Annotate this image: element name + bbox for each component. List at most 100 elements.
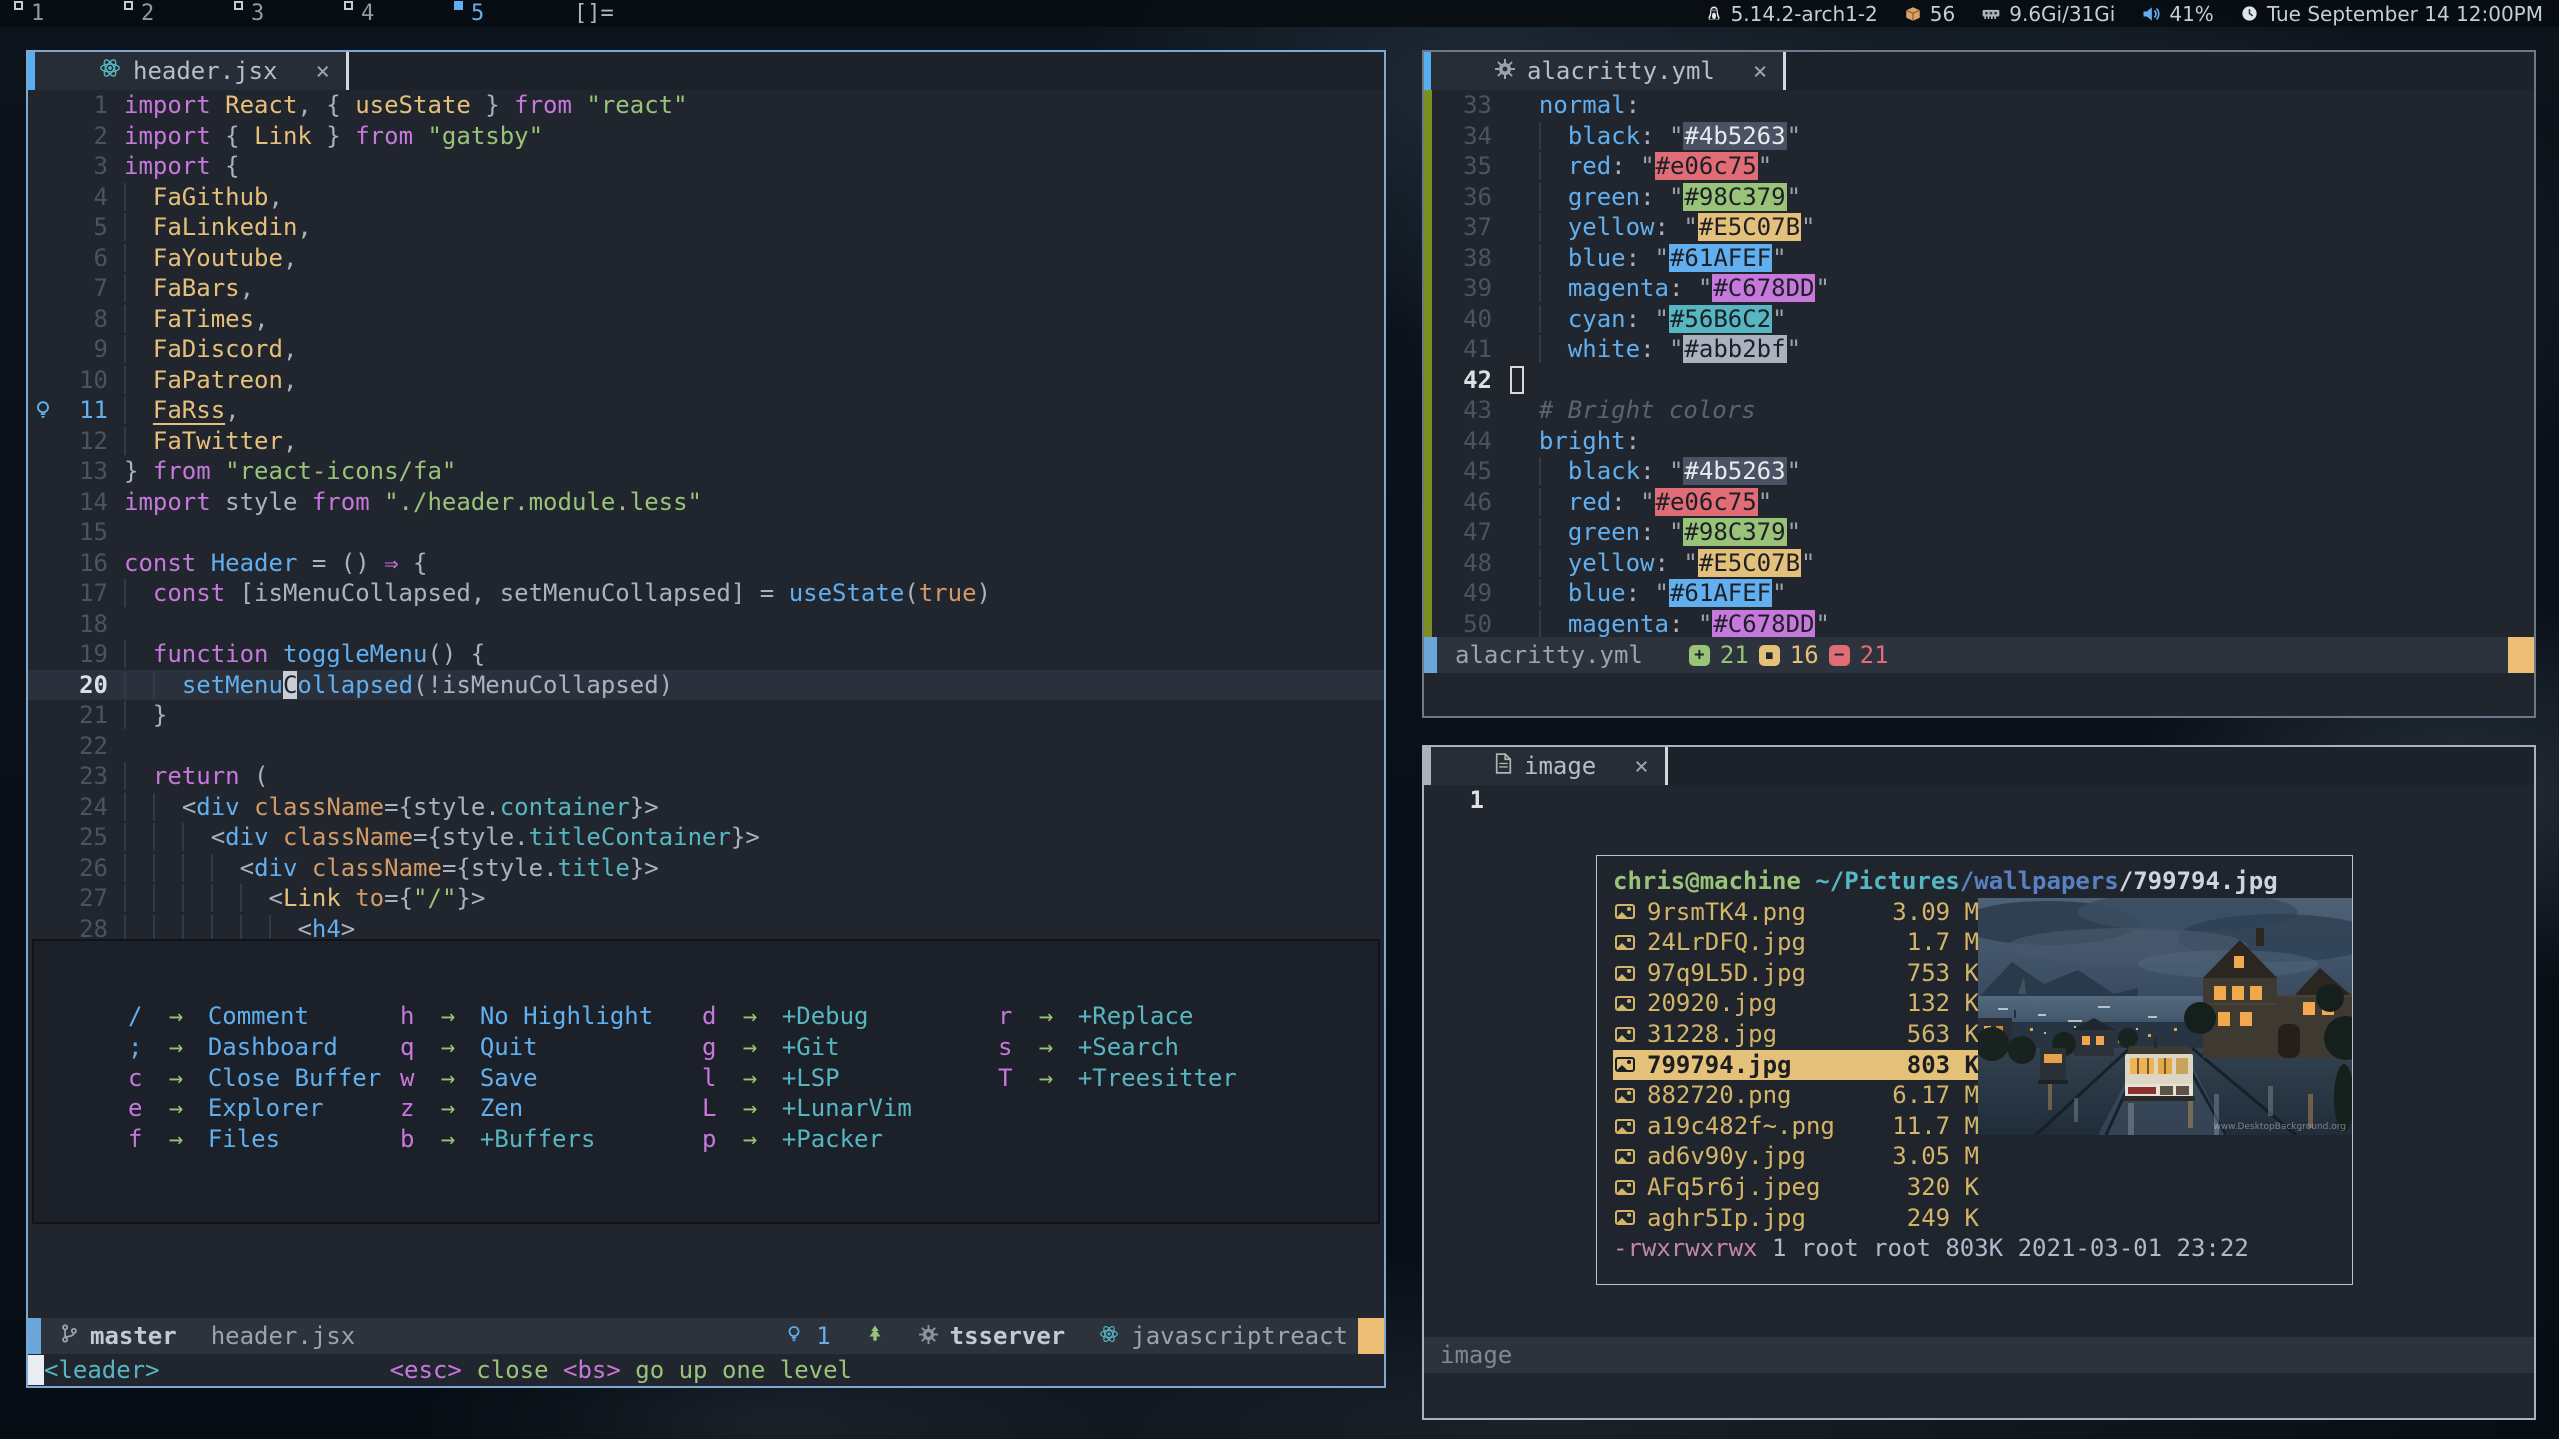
arrow-icon: → [414, 1063, 479, 1094]
workspace-5[interactable]: 5 [454, 0, 564, 27]
image-buffer-window: image × 1 chris@machine ~/Pictures /wall… [1422, 745, 2536, 1420]
code-token: : [1669, 610, 1698, 638]
tab-image[interactable]: image × [1431, 747, 1665, 785]
code-token: React [225, 91, 297, 119]
workspace-4[interactable]: 4 [344, 0, 454, 27]
file-row[interactable]: 9rsmTK4.png3.09 M [1613, 897, 1979, 928]
arrow-icon: → [1012, 1032, 1077, 1063]
code-token: Link [283, 884, 341, 912]
module-text: 41% [2169, 2, 2213, 26]
code-token [341, 884, 355, 912]
sign-column [28, 639, 58, 670]
whichkey-binding[interactable]: d → +Debug [702, 1001, 998, 1032]
whichkey-binding[interactable]: g → +Git [702, 1032, 998, 1063]
code-token: " [1655, 244, 1669, 272]
whichkey-binding[interactable]: l → +LSP [702, 1063, 998, 1094]
code-token: yellow [1568, 549, 1655, 577]
whichkey-binding[interactable]: h → No Highlight [400, 1001, 702, 1032]
tab-alacritty-yml[interactable]: alacritty.yml × [1431, 52, 1783, 90]
sign-column [28, 456, 58, 487]
code-token: import [124, 488, 211, 516]
whichkey-binding[interactable]: w → Save [400, 1063, 702, 1094]
file-row[interactable]: 799794.jpg803 K [1613, 1050, 1979, 1081]
file-row[interactable]: a19c482f~.png11.7 M [1613, 1111, 1979, 1142]
whichkey-key: T [998, 1063, 1012, 1094]
tab-header-jsx[interactable]: header.jsx × [35, 52, 346, 90]
workspace-number: 5 [471, 0, 484, 27]
workspace-number: 3 [251, 0, 264, 27]
whichkey-binding[interactable]: p → +Packer [702, 1124, 998, 1155]
code-token: [isMenuCollapsed, setMenuCollapsed] = [225, 579, 789, 607]
module-text: Tue September 14 12:00PM [2267, 2, 2543, 26]
file-size: 803 K [1907, 1050, 1979, 1081]
whichkey-binding[interactable]: r → +Replace [998, 1001, 1368, 1032]
workspace-2[interactable]: 2 [124, 0, 234, 27]
code-token: useState [355, 91, 471, 119]
whichkey-binding[interactable]: b → +Buffers [400, 1124, 702, 1155]
file-row[interactable]: aghr5Ip.jpg249 K [1613, 1203, 1979, 1234]
code-token [182, 884, 211, 912]
workspace-3[interactable]: 3 [234, 0, 344, 27]
whichkey-binding[interactable]: f → Files [128, 1124, 400, 1155]
git-changed-icon: ▪ [1759, 645, 1780, 666]
file-row[interactable]: ad6v90y.jpg3.05 M [1613, 1141, 1979, 1172]
code-token [153, 854, 182, 882]
whichkey-binding[interactable]: s → +Search [998, 1032, 1368, 1063]
code-line: 13} from "react-icons/fa" [28, 456, 1384, 487]
whichkey-key: / [128, 1001, 142, 1032]
code-token: green [1568, 183, 1640, 211]
line-number: 6 [58, 243, 124, 274]
file-name: 97q9L5D.jpg [1647, 958, 1907, 989]
code-token: FaTwitter [153, 427, 283, 455]
code-text: const [isMenuCollapsed, setMenuCollapsed… [124, 578, 1384, 609]
file-row[interactable]: 882720.png6.17 M [1613, 1080, 1979, 1111]
code-token: (!isMenuCollapsed) [413, 671, 673, 699]
code-token [1510, 366, 1524, 394]
whichkey-binding[interactable]: c → Close Buffer [128, 1063, 400, 1094]
code-token [153, 884, 182, 912]
volume-icon [2141, 4, 2161, 24]
sign-column [28, 151, 58, 182]
code-token: " [1758, 488, 1772, 516]
code-token [269, 640, 283, 668]
code-line: 50 magenta: "#C678DD" [1424, 609, 2534, 638]
file-row[interactable]: 31228.jpg563 K [1613, 1019, 1979, 1050]
workspace-1[interactable]: 1 [14, 0, 124, 27]
sign-column [28, 700, 58, 731]
code-token: div [225, 823, 268, 851]
whichkey-binding[interactable]: L → +LunarVim [702, 1093, 998, 1124]
file-row[interactable]: 97q9L5D.jpg753 K [1613, 958, 1979, 989]
line-number: 38 [1432, 243, 1510, 274]
file-row[interactable]: 24LrDFQ.jpg1.7 M [1613, 927, 1979, 958]
whichkey-binding[interactable]: q → Quit [400, 1032, 702, 1063]
color-swatch: #4b5263 [1683, 122, 1786, 150]
whichkey-label: +LunarVim [782, 1093, 912, 1124]
code-token [124, 244, 153, 272]
whichkey-label: Explorer [208, 1093, 324, 1124]
terminal-host: chris@machine [1613, 866, 1801, 897]
whichkey-binding[interactable]: z → Zen [400, 1093, 702, 1124]
code-text: import { [124, 151, 1384, 182]
line-number: 9 [58, 334, 124, 365]
code-line: 46 red: "#e06c75" [1424, 487, 2534, 518]
code-token: }> [456, 884, 485, 912]
whichkey-binding[interactable]: ; → Dashboard [128, 1032, 400, 1063]
tab-close-icon[interactable]: × [316, 57, 330, 85]
line-number: 23 [58, 761, 124, 792]
whichkey-binding[interactable]: e → Explorer [128, 1093, 400, 1124]
code-token: " [1669, 518, 1683, 546]
file-row[interactable]: AFq5r6j.jpeg320 K [1613, 1172, 1979, 1203]
tab-close-icon[interactable]: × [1634, 752, 1648, 780]
status-module: 56 [1904, 2, 1955, 26]
whichkey-binding[interactable]: T → +Treesitter [998, 1063, 1368, 1094]
command-line[interactable]: <leader> <esc> close <bs> go up one leve… [28, 1354, 1384, 1386]
code-line: 43 # Bright colors [1424, 395, 2534, 426]
code-area[interactable]: 33 normal:34 black: "#4b5263"35 red: "#e… [1424, 90, 2534, 637]
tab-close-icon[interactable]: × [1753, 57, 1767, 85]
code-token: yellow [1568, 213, 1655, 241]
gear-icon [1495, 57, 1515, 85]
file-row[interactable]: 20920.jpg132 K [1613, 988, 1979, 1019]
image-file-icon [1615, 1180, 1635, 1195]
code-area[interactable]: / → Comment; → Dashboardc → Close Buffer… [28, 90, 1384, 1318]
whichkey-binding[interactable]: / → Comment [128, 1001, 400, 1032]
